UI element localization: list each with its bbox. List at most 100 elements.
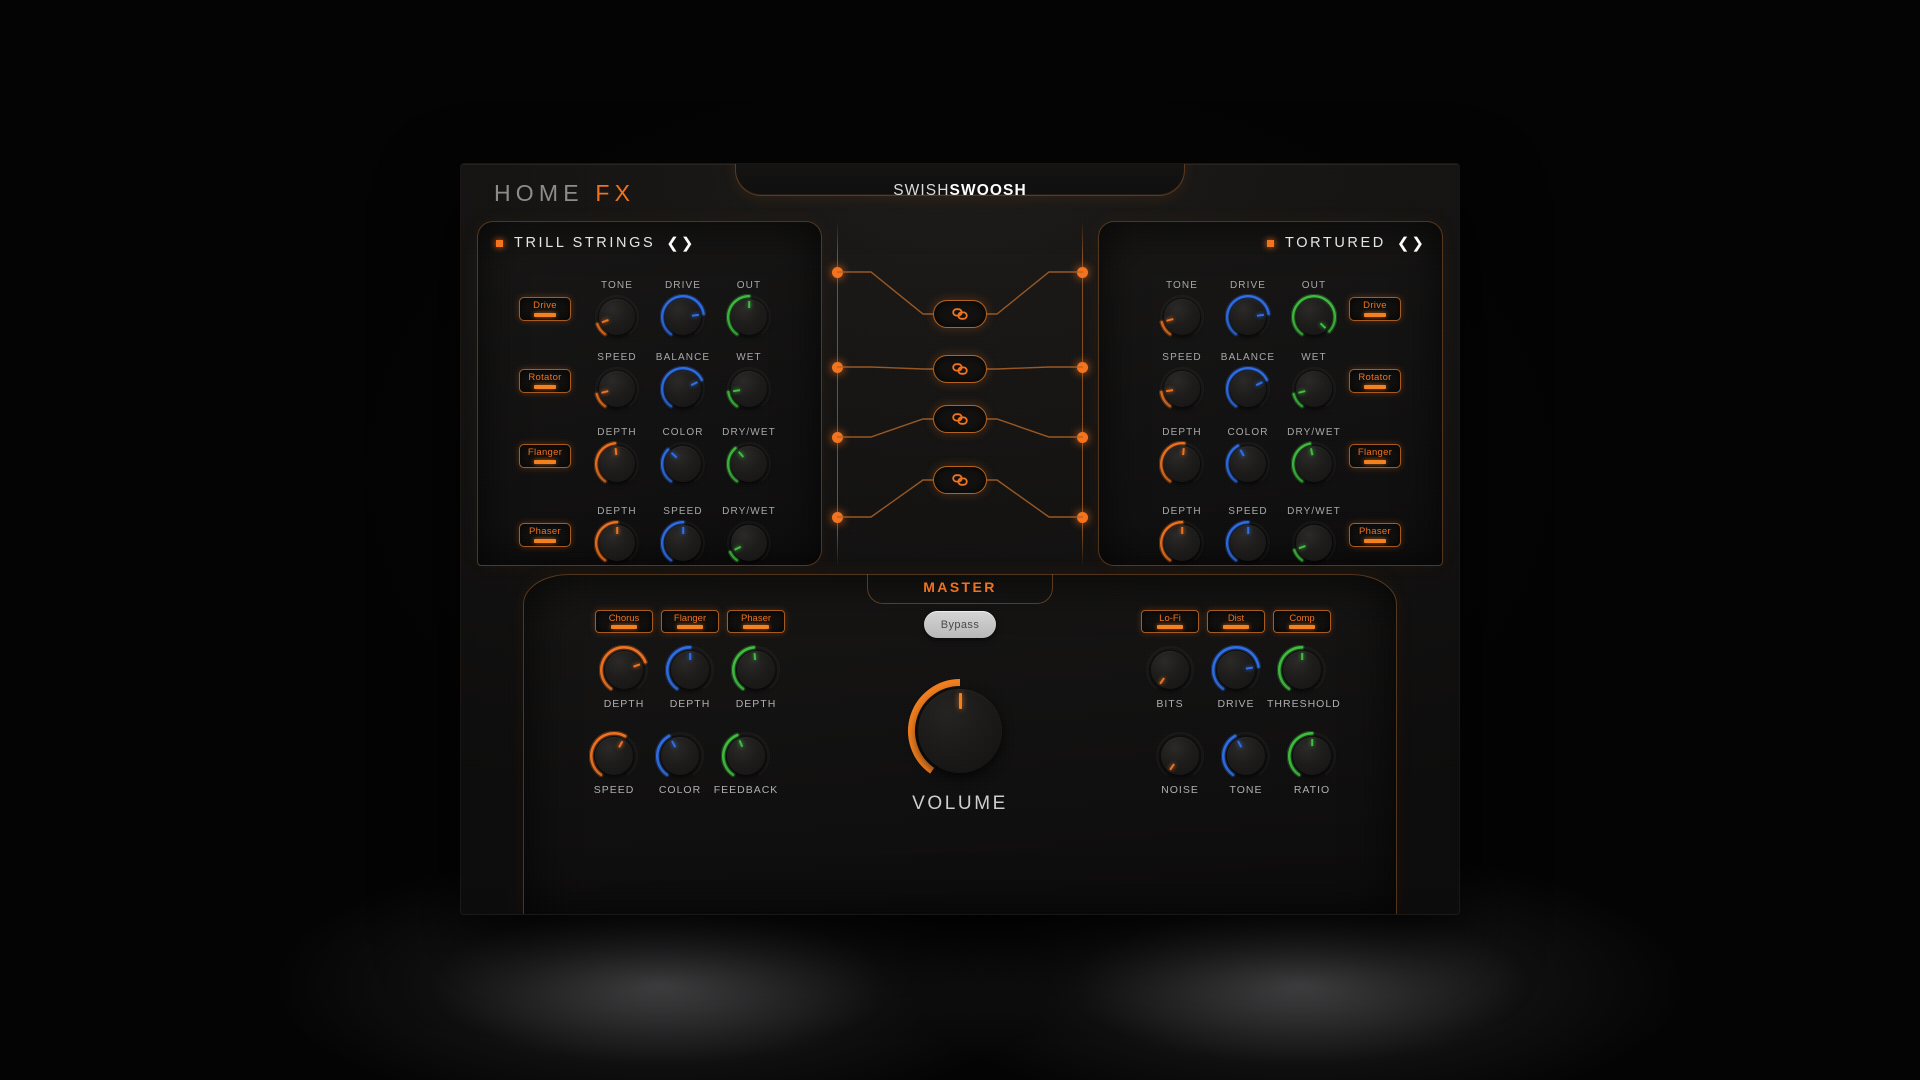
knob[interactable] <box>1225 366 1271 412</box>
fx-module-button-label: Rotator <box>528 372 562 384</box>
link-chain-button[interactable] <box>933 405 987 433</box>
preset-name: TORTURED <box>1285 235 1386 251</box>
knob[interactable] <box>1159 441 1205 487</box>
knob[interactable] <box>660 441 706 487</box>
panel-header: TRILL STRINGS ❮ ❯ <box>496 235 693 251</box>
knob[interactable] <box>589 731 639 781</box>
preset-prev-arrow[interactable]: ❮ <box>666 236 679 251</box>
fx-module-button-flanger[interactable]: Flanger <box>1349 444 1401 468</box>
fx-module-button-phaser[interactable]: Phaser <box>1349 523 1401 547</box>
knob-cell: TONE <box>1154 280 1210 340</box>
knob[interactable] <box>1291 441 1337 487</box>
knob-cell: DRY/WET <box>1286 427 1342 487</box>
knob-label: SPEED <box>597 352 637 363</box>
preset-nav: ❮ ❯ <box>1397 236 1424 251</box>
knob-body <box>731 446 767 482</box>
master-button-chorus[interactable]: Chorus <box>595 610 653 633</box>
knob[interactable] <box>660 366 706 412</box>
knob-cell: DRY/WET <box>1286 506 1342 566</box>
fx-module-row: Rotator SPEED BALANCE WET <box>1099 334 1442 420</box>
knob-label: TONE <box>1166 280 1198 291</box>
knob[interactable] <box>594 366 640 412</box>
knob[interactable] <box>726 366 772 412</box>
master-button-flanger[interactable]: Flanger <box>661 610 719 633</box>
preset-next-arrow[interactable]: ❯ <box>681 236 694 251</box>
master-knob-cell: SPEED <box>579 731 649 796</box>
knob-cell: SPEED <box>1154 352 1210 412</box>
knob-cell: DEPTH <box>589 506 645 566</box>
fx-module-button-flanger[interactable]: Flanger <box>519 444 571 468</box>
knob[interactable] <box>599 645 649 695</box>
knob-label: DRY/WET <box>1287 427 1341 438</box>
knob-cell: WET <box>721 352 777 412</box>
knob[interactable] <box>1155 731 1205 781</box>
knob[interactable] <box>1287 731 1337 781</box>
knob-body <box>737 651 775 689</box>
master-button-comp[interactable]: Comp <box>1273 610 1331 633</box>
knob[interactable] <box>1211 645 1261 695</box>
knob-label: OUT <box>1301 280 1327 291</box>
knob-body <box>1296 446 1332 482</box>
fx-panel-right: TORTURED ❮ ❯ Drive TONE DRIVE OUT Rotator SPEED B… <box>1098 221 1443 566</box>
fx-module-active-bar <box>1364 459 1386 464</box>
knob[interactable] <box>1145 645 1195 695</box>
fx-module-button-rotator[interactable]: Rotator <box>1349 369 1401 393</box>
knob[interactable] <box>660 520 706 566</box>
master-knob-label: DRIVE <box>1217 698 1255 710</box>
knob-cell: SPEED <box>589 352 645 412</box>
master-knob-cell: DEPTH <box>721 645 791 710</box>
fx-module-button-phaser[interactable]: Phaser <box>519 523 571 547</box>
preset-name: TRILL STRINGS <box>514 235 656 251</box>
volume-knob[interactable] <box>906 677 1014 785</box>
fx-module-button-label: Drive <box>1363 300 1387 312</box>
knob[interactable] <box>1159 366 1205 412</box>
knob[interactable] <box>1221 731 1271 781</box>
fx-module-active-bar <box>534 384 556 389</box>
knob-body <box>665 371 701 407</box>
fx-module-button-drive[interactable]: Drive <box>519 297 571 321</box>
master-button-phaser[interactable]: Phaser <box>727 610 785 633</box>
master-knob-label: NOISE <box>1161 784 1199 796</box>
knob-cell: BALANCE <box>1220 352 1276 412</box>
link-chain-button[interactable] <box>933 355 987 383</box>
fx-module-button-label: Drive <box>533 300 557 312</box>
preset-prev-arrow[interactable]: ❮ <box>1397 236 1410 251</box>
link-chain-button[interactable] <box>933 300 987 328</box>
master-button-dist[interactable]: Dist <box>1207 610 1265 633</box>
fx-module-button-rotator[interactable]: Rotator <box>519 369 571 393</box>
knob-label: SPEED <box>663 506 703 517</box>
knob[interactable] <box>1225 520 1271 566</box>
knob[interactable] <box>1291 366 1337 412</box>
fx-module-button-drive[interactable]: Drive <box>1349 297 1401 321</box>
knob-body <box>661 737 699 775</box>
knob[interactable] <box>1291 520 1337 566</box>
volume-knob-cell: VOLUME <box>885 677 1035 815</box>
knob-indicator <box>1181 527 1183 534</box>
bypass-button[interactable]: Bypass <box>924 611 996 638</box>
fx-module-row: Phaser DEPTH SPEED DRY/WET <box>1099 488 1442 574</box>
title-bold: SWOOSH <box>949 182 1027 199</box>
preset-next-arrow[interactable]: ❯ <box>1411 236 1424 251</box>
knob[interactable] <box>665 645 715 695</box>
knob-body <box>1296 299 1332 335</box>
knob-body <box>1230 446 1266 482</box>
knob[interactable] <box>721 731 771 781</box>
knob-body <box>595 737 633 775</box>
master-button-label: Lo-Fi <box>1159 612 1181 624</box>
knob-cell: TONE <box>589 280 645 340</box>
link-chain-button[interactable] <box>933 466 987 494</box>
knob[interactable] <box>731 645 781 695</box>
knob[interactable] <box>726 441 772 487</box>
knob[interactable] <box>594 520 640 566</box>
knob-indicator <box>616 527 618 534</box>
knob[interactable] <box>1225 441 1271 487</box>
knob-cell: COLOR <box>1220 427 1276 487</box>
knob[interactable] <box>655 731 705 781</box>
knob[interactable] <box>594 441 640 487</box>
knob[interactable] <box>1277 645 1327 695</box>
master-button-active-bar <box>677 625 703 630</box>
knob[interactable] <box>1159 520 1205 566</box>
master-button-active-bar <box>1289 625 1315 630</box>
master-button-lofi[interactable]: Lo-Fi <box>1141 610 1199 633</box>
knob[interactable] <box>726 520 772 566</box>
